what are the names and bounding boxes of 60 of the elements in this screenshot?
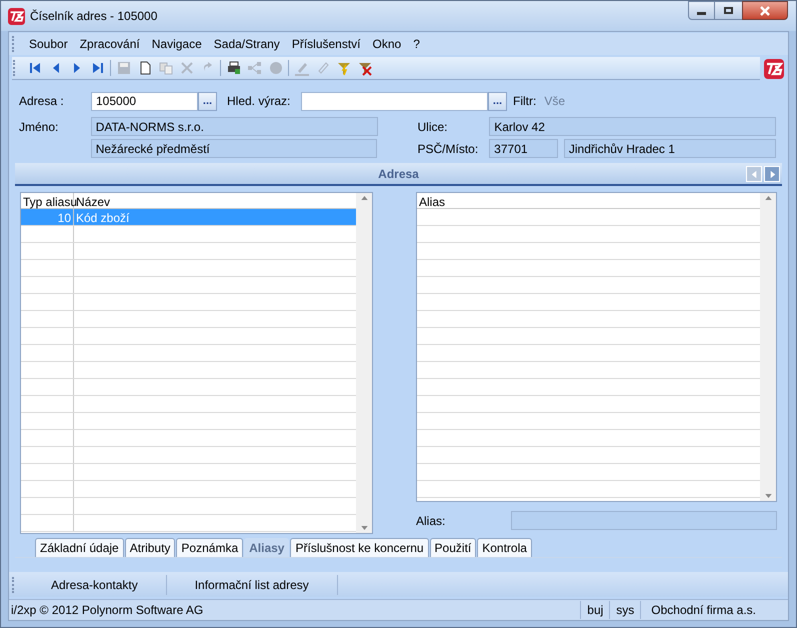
scrollbar[interactable]: [760, 193, 776, 501]
search-label: Hled. výraz:: [227, 93, 292, 110]
browse-button[interactable]: ...: [198, 92, 217, 110]
menu-item[interactable]: Zpracování: [74, 34, 146, 54]
tab[interactable]: Aliasy: [244, 538, 290, 557]
close-button[interactable]: [742, 1, 788, 20]
arrow-right-icon: [768, 170, 776, 178]
table-cell: 10: [21, 209, 74, 225]
name-label: Jméno:: [19, 118, 60, 136]
next-page-button[interactable]: [764, 166, 780, 182]
menu-item[interactable]: Okno: [366, 34, 408, 54]
name-line-field: Nežárecké předměstí: [90, 139, 378, 158]
tab[interactable]: Poznámka: [176, 538, 244, 557]
city-field: Jindřichův Hradec 1: [564, 139, 776, 158]
scroll-up-icon[interactable]: [764, 196, 772, 200]
menu-item[interactable]: Příslušenství: [286, 34, 367, 54]
filter-label: Filtr:: [513, 93, 536, 110]
name-field: DATA-NORMS s.r.o.: [90, 117, 378, 136]
browse-button[interactable]: ...: [488, 92, 507, 110]
column-header[interactable]: Alias: [417, 193, 448, 208]
scroll-up-icon[interactable]: [360, 196, 368, 200]
alias-label: Alias:: [416, 512, 446, 530]
zip-city-label: PSČ/Místo:: [417, 140, 480, 158]
status-database: sys: [609, 601, 640, 619]
menu-item[interactable]: Soubor: [23, 34, 74, 54]
column-header[interactable]: Typ aliasu: [21, 193, 74, 208]
tab[interactable]: Použití: [430, 538, 476, 557]
close-icon: [760, 6, 770, 16]
menu-item[interactable]: Sada/Strany: [208, 34, 286, 54]
tab[interactable]: Atributy: [124, 538, 176, 557]
street-field: Karlov 42: [489, 117, 776, 136]
scroll-down-icon[interactable]: [764, 494, 772, 498]
status-text: i/2xp © 2012 Polynorm Software AG: [10, 602, 204, 619]
search-field[interactable]: [301, 92, 488, 110]
tab[interactable]: Příslušnost ke koncernu: [290, 538, 429, 557]
arrow-left-icon: [750, 170, 758, 178]
filter-value: Vše: [544, 93, 566, 110]
tab[interactable]: Kontrola: [477, 538, 532, 557]
alias-field[interactable]: [511, 511, 777, 530]
section-title: Adresa: [378, 166, 419, 182]
toolbar-button[interactable]: Adresa-kontakty: [23, 574, 167, 594]
menu-item[interactable]: ?: [407, 34, 426, 54]
menu-item[interactable]: Navigace: [146, 34, 208, 54]
maximize-button[interactable]: [715, 1, 742, 20]
street-label: Ulice:: [418, 118, 449, 136]
scroll-down-icon[interactable]: [360, 526, 368, 530]
zip-field: 37701: [489, 139, 558, 158]
adresa-label: Adresa :: [19, 93, 65, 110]
scrollbar[interactable]: [356, 193, 372, 533]
app-logo-icon: [8, 8, 25, 24]
tab[interactable]: Základní údaje: [35, 538, 124, 557]
minimize-button[interactable]: [688, 1, 715, 20]
table-cell-text: Kód zboží: [75, 210, 130, 225]
window-title: Číselník adres - 105000: [30, 8, 158, 25]
app-logo-icon: [764, 58, 784, 78]
address-field[interactable]: 105000: [91, 92, 198, 110]
status-company: Obchodní firma a.s.: [640, 601, 788, 619]
status-user: buj: [580, 601, 610, 619]
previous-page-button[interactable]: [746, 166, 762, 182]
toolbar-button[interactable]: Informační list adresy: [166, 574, 338, 594]
